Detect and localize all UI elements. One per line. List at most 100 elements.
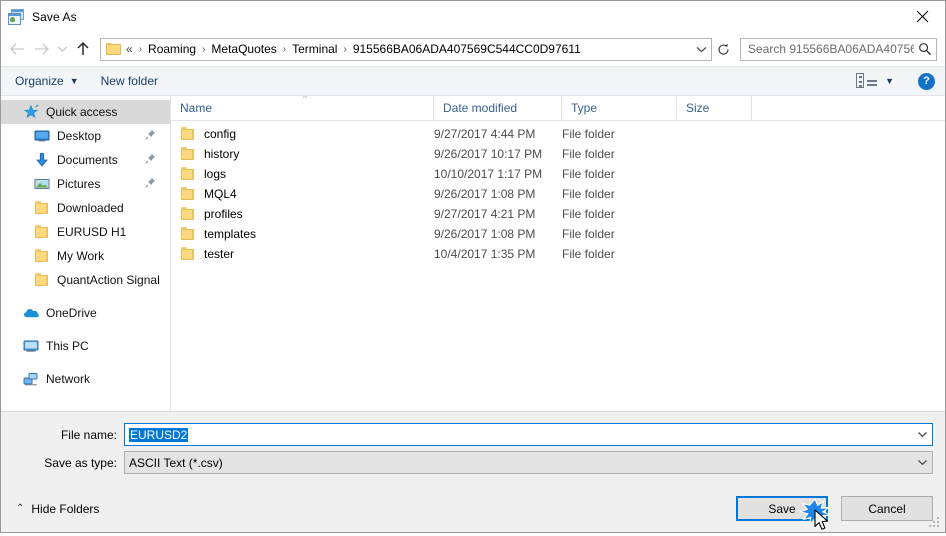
save-button[interactable]: Save	[736, 496, 831, 530]
sidebar-item-quick-access[interactable]: Quick access	[1, 100, 170, 124]
sidebar-item-label: Network	[46, 372, 91, 386]
file-name-input[interactable]: EURUSD2	[124, 423, 933, 446]
resize-grip[interactable]	[929, 517, 941, 529]
sidebar-item-pictures[interactable]: Pictures	[1, 172, 170, 196]
help-icon[interactable]: ?	[918, 72, 935, 90]
pin-icon[interactable]	[145, 153, 156, 167]
file-name-label: logs	[204, 167, 227, 181]
file-name-label: File name:	[60, 427, 117, 442]
search-input[interactable]: Search 915566BA06ADA40756...	[740, 37, 937, 61]
search-icon[interactable]	[914, 42, 936, 56]
pin-icon[interactable]	[145, 177, 156, 191]
file-name-value-wrap: EURUSD2	[125, 427, 189, 442]
up-button[interactable]	[71, 37, 95, 61]
hide-folders-button[interactable]: ⌃ Hide Folders	[16, 502, 99, 516]
save-form: File name: EURUSD2 Save as type: ASCII T…	[1, 411, 945, 485]
file-type-cell: File folder	[562, 207, 615, 221]
back-button[interactable]	[5, 37, 29, 61]
table-row[interactable]: history 9/26/2017 10:17 PM File folder	[171, 144, 945, 164]
onedrive-icon	[23, 305, 39, 321]
table-row[interactable]: config 9/27/2017 4:44 PM File folder	[171, 124, 945, 144]
folder-icon	[180, 166, 196, 182]
file-date-cell: 9/27/2017 4:44 PM	[434, 127, 536, 141]
file-name-label: tester	[204, 247, 235, 261]
breadcrumb: « › Roaming › MetaQuotes › Terminal › 91…	[126, 41, 691, 57]
sidebar-item-onedrive[interactable]: OneDrive	[1, 301, 170, 325]
file-name-cell: templates	[171, 226, 434, 242]
sidebar-item-downloaded[interactable]: Downloaded	[1, 196, 170, 220]
file-name-label: MQL4	[204, 187, 237, 201]
breadcrumb-item-roaming[interactable]: Roaming	[146, 41, 198, 57]
footer-buttons: Save Cancel	[736, 496, 933, 530]
table-row[interactable]: MQL4 9/26/2017 1:08 PM File folder	[171, 184, 945, 204]
folder-icon	[180, 226, 196, 242]
file-date-cell: 9/26/2017 1:08 PM	[434, 187, 536, 201]
forward-button[interactable]	[29, 37, 53, 61]
table-row[interactable]: profiles 9/27/2017 4:21 PM File folder	[171, 204, 945, 224]
save-as-dialog: Save As « › Roaming › MetaQuotes › Termi…	[0, 0, 946, 533]
file-rows: config 9/27/2017 4:44 PM File folder his…	[171, 121, 945, 411]
breadcrumb-item-terminal-id[interactable]: 915566BA06ADA407569C544CC0D97611	[351, 41, 583, 57]
file-date-cell: 9/26/2017 10:17 PM	[434, 147, 543, 161]
pin-icon[interactable]	[145, 129, 156, 143]
column-header-name[interactable]: Name ^	[171, 95, 434, 121]
sidebar-item-network[interactable]: Network	[1, 367, 170, 391]
save-as-type-label: Save as type:	[44, 455, 117, 470]
organize-button[interactable]: Organize ▼	[15, 74, 79, 88]
chevron-down-icon[interactable]	[691, 46, 711, 53]
folder-icon	[34, 272, 50, 288]
sidebar-item-this-pc[interactable]: This PC	[1, 334, 170, 358]
sidebar-item-my-work[interactable]: My Work	[1, 244, 170, 268]
column-header-size[interactable]: Size	[677, 95, 752, 121]
folder-icon	[34, 248, 50, 264]
sidebar-item-label: Desktop	[57, 129, 102, 143]
file-type-cell: File folder	[562, 227, 615, 241]
sidebar-item-quantaction-signal[interactable]: QuantAction Signal	[1, 268, 170, 292]
close-icon[interactable]	[899, 1, 945, 32]
save-as-type-select[interactable]: ASCII Text (*.csv)	[124, 451, 933, 474]
sidebar-item-eurusd-h1[interactable]: EURUSD H1	[1, 220, 170, 244]
file-name-label: profiles	[204, 207, 243, 221]
column-header-type[interactable]: Type	[562, 95, 677, 121]
table-row[interactable]: logs 10/10/2017 1:17 PM File folder	[171, 164, 945, 184]
toolbar-right-group: ▼ ?	[856, 72, 935, 90]
file-type-cell: File folder	[562, 167, 615, 181]
sidebar-item-documents[interactable]: Documents	[1, 148, 170, 172]
help-label: ?	[923, 74, 930, 87]
file-date-cell: 9/27/2017 4:21 PM	[434, 207, 536, 221]
file-type-cell: File folder	[562, 127, 615, 141]
breadcrumb-separator: ›	[202, 43, 206, 55]
file-name-cell: logs	[171, 166, 434, 182]
navigation-pane: Quick access Desktop Documents Pictures …	[1, 96, 171, 411]
breadcrumb-separator: ›	[343, 43, 347, 55]
file-name-cell: config	[171, 126, 434, 142]
file-name-label: templates	[204, 227, 257, 241]
refresh-icon[interactable]	[712, 38, 734, 61]
desktop-icon	[34, 128, 50, 144]
column-header-name-label: Name	[180, 100, 213, 115]
table-row[interactable]: templates 9/26/2017 1:08 PM File folder	[171, 224, 945, 244]
file-name-label: config	[204, 127, 237, 141]
view-layout-icon[interactable]	[856, 73, 878, 89]
new-folder-button[interactable]: New folder	[101, 74, 158, 88]
breadcrumb-item-terminal[interactable]: Terminal	[290, 41, 339, 57]
breadcrumb-overflow[interactable]: «	[126, 41, 135, 57]
column-header-date-modified[interactable]: Date modified	[434, 95, 562, 121]
column-headers: Name ^ Date modified Type Size	[171, 95, 945, 121]
table-row[interactable]: tester 10/4/2017 1:35 PM File folder	[171, 244, 945, 264]
title-bar: Save As	[1, 1, 945, 32]
new-folder-label: New folder	[100, 74, 158, 88]
chevron-down-icon[interactable]	[913, 431, 932, 438]
sidebar-item-desktop[interactable]: Desktop	[1, 124, 170, 148]
breadcrumb-item-metaquotes[interactable]: MetaQuotes	[209, 41, 278, 57]
address-bar[interactable]: « › Roaming › MetaQuotes › Terminal › 91…	[100, 37, 712, 61]
file-name-cell: history	[171, 146, 434, 162]
chevron-down-icon[interactable]	[913, 459, 932, 466]
chevron-down-icon[interactable]: ▼	[885, 76, 894, 86]
folder-icon	[34, 200, 50, 216]
cancel-button[interactable]: Cancel	[841, 496, 933, 521]
recent-locations-button[interactable]	[53, 37, 71, 61]
save-as-type-row: Save as type: ASCII Text (*.csv)	[1, 451, 945, 474]
organize-label: Organize	[15, 74, 64, 88]
